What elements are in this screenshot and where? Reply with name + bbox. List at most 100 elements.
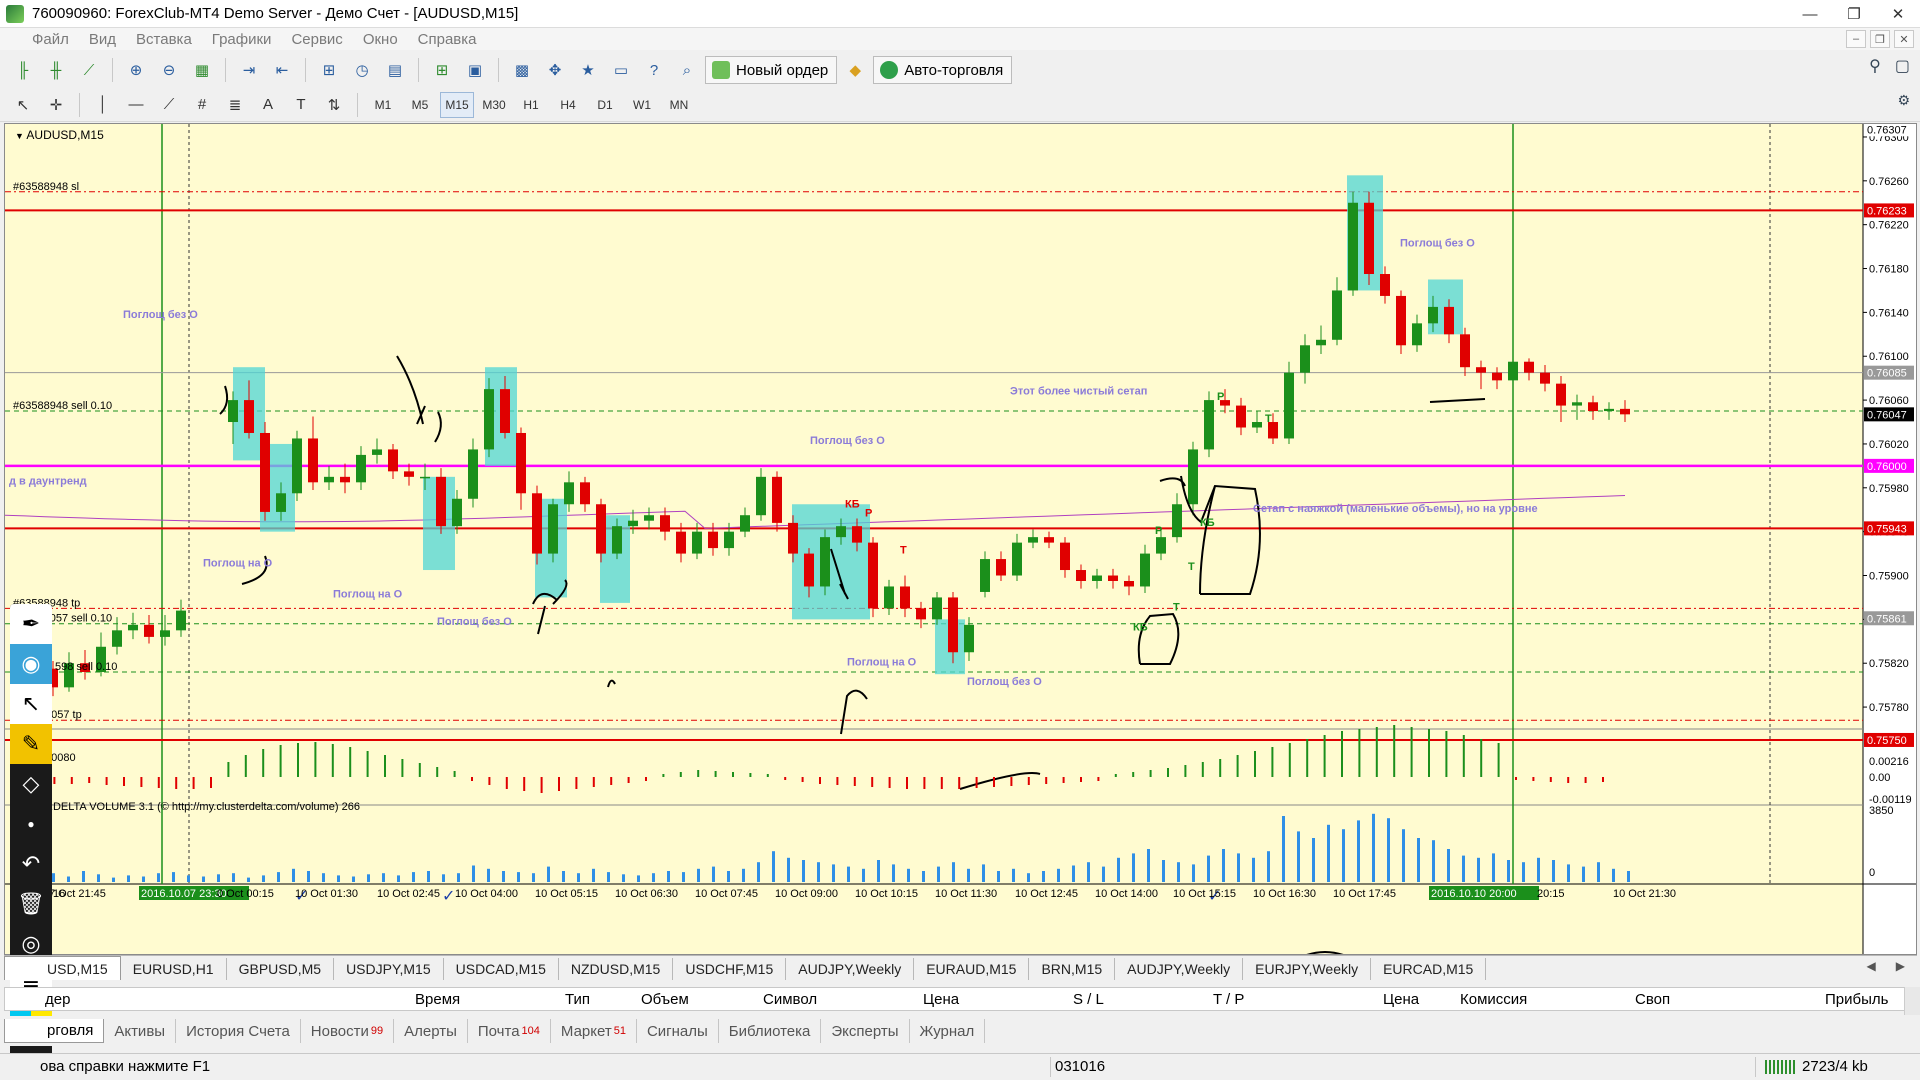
undo-icon[interactable]: ↶ (10, 844, 52, 884)
new-order-button[interactable]: Новый ордер (705, 56, 838, 84)
search-icon[interactable]: ⚲ (1869, 56, 1881, 76)
symbol-tab[interactable]: USD,M15 (4, 956, 121, 980)
terminal-tab[interactable]: Алерты (394, 1019, 468, 1043)
child-restore-button[interactable]: ❐ (1870, 30, 1890, 48)
terminal-icon[interactable]: ▭ (606, 56, 636, 84)
tf-m5[interactable]: M5 (403, 92, 437, 118)
eye-icon[interactable]: ◉ (10, 644, 52, 684)
select-arrow-icon[interactable]: ↖ (10, 684, 52, 724)
navigator-icon[interactable]: ✥ (540, 56, 570, 84)
help-icon[interactable]: ? (639, 56, 669, 84)
terminal-column-header[interactable]: Комиссия (1460, 991, 1527, 1008)
terminal-tab[interactable]: Журнал (910, 1019, 986, 1043)
terminal-column-header[interactable]: Цена (1383, 991, 1419, 1008)
maximize-button[interactable]: ❐ (1832, 0, 1876, 28)
terminal-tab[interactable]: Почта 104 (468, 1019, 551, 1043)
pen-tip-icon[interactable]: ✒ (10, 604, 52, 644)
chart-canvas[interactable]: 0.763000.762600.762200.761800.761400.761… (5, 124, 1916, 954)
tf-h1[interactable]: H1 (514, 92, 548, 118)
terminal-tab[interactable]: Маркет 51 (551, 1019, 637, 1043)
autoscroll-icon[interactable]: ⇤ (267, 56, 297, 84)
tf-d1[interactable]: D1 (588, 92, 622, 118)
terminal-column-header[interactable]: Время (415, 991, 460, 1008)
tf-h4[interactable]: H4 (551, 92, 585, 118)
symbol-tab[interactable]: EURCAD,M15 (1371, 958, 1487, 980)
terminal-column-header[interactable]: Прибыль (1825, 991, 1888, 1008)
templates-icon[interactable]: ▤ (380, 56, 410, 84)
terminal-column-header[interactable]: Символ (763, 991, 817, 1008)
terminal-tab[interactable]: Библиотека (719, 1019, 822, 1043)
terminal-tab[interactable]: Активы (104, 1019, 177, 1043)
terminal-tab[interactable]: рговля (4, 1019, 105, 1043)
chart-shift-icon[interactable]: ⇥ (234, 56, 264, 84)
vertical-line-icon[interactable]: │ (88, 91, 118, 119)
terminal-tab[interactable]: Эксперты (821, 1019, 910, 1043)
autotrading-button[interactable]: Авто-торговля (873, 56, 1013, 84)
tf-m15[interactable]: M15 (440, 91, 474, 118)
pencil-icon[interactable]: ✎ (10, 724, 52, 764)
fibonacci-icon[interactable]: ≣ (220, 91, 250, 119)
menu-charts[interactable]: Графики (202, 31, 282, 48)
tf-m30[interactable]: M30 (477, 92, 511, 118)
symbol-tab[interactable]: EURJPY,Weekly (1243, 958, 1372, 980)
symbol-tab[interactable]: AUDJPY,Weekly (786, 958, 915, 980)
line-chart-icon[interactable]: ⟋ (74, 56, 104, 84)
tile-windows-icon[interactable]: ▦ (187, 56, 217, 84)
child-close-button[interactable]: ✕ (1894, 30, 1914, 48)
close-button[interactable]: ✕ (1876, 0, 1920, 28)
scroll-left-icon[interactable]: ◀ (1867, 959, 1876, 973)
tf-mn[interactable]: MN (662, 92, 696, 118)
indicators-icon[interactable]: ⊞ (314, 56, 344, 84)
terminal-column-header[interactable]: T / P (1213, 991, 1244, 1008)
cursor-icon[interactable]: ↖ (8, 91, 38, 119)
terminal-column-header[interactable]: S / L (1073, 991, 1104, 1008)
bar-chart-icon[interactable]: ╟ (8, 56, 38, 84)
symbol-tab[interactable]: NZDUSD,M15 (559, 958, 674, 980)
terminal-column-header[interactable]: Цена (923, 991, 959, 1008)
new-chart-icon[interactable]: ⊞ (427, 56, 457, 84)
zoom-out-icon[interactable]: ⊖ (154, 56, 184, 84)
symbol-tab[interactable]: EURAUD,M15 (914, 958, 1030, 980)
terminal-scrollbar[interactable] (1904, 987, 1920, 1015)
menu-file[interactable]: Файл (0, 31, 79, 48)
trash-icon[interactable]: 🗑 (10, 884, 52, 924)
symbol-tab[interactable]: AUDJPY,Weekly (1115, 958, 1244, 980)
menu-insert[interactable]: Вставка (126, 31, 202, 48)
terminal-column-header[interactable]: Своп (1635, 991, 1670, 1008)
terminal-tab[interactable]: История Счета (176, 1019, 301, 1043)
symbol-tab[interactable]: USDJPY,M15 (334, 958, 444, 980)
trendline-icon[interactable]: ⟋ (154, 91, 184, 119)
minimize-button[interactable]: — (1788, 0, 1832, 28)
text-icon[interactable]: A (253, 91, 283, 119)
terminal-column-header[interactable]: Объем (641, 991, 689, 1008)
horizontal-line-icon[interactable]: — (121, 91, 151, 119)
market-watch-icon[interactable]: ▩ (507, 56, 537, 84)
terminal-tab[interactable]: Новости 99 (301, 1019, 395, 1043)
terminal-column-header[interactable]: дер (45, 991, 70, 1008)
child-minimize-button[interactable]: – (1846, 30, 1866, 48)
periods-icon[interactable]: ◷ (347, 56, 377, 84)
menu-tools[interactable]: Сервис (281, 31, 352, 48)
symbol-tab[interactable]: USDCHF,M15 (673, 958, 787, 980)
symbol-tab[interactable]: EURUSD,H1 (121, 958, 227, 980)
arrows-icon[interactable]: ⇅ (319, 91, 349, 119)
symbol-tab[interactable]: USDCAD,M15 (444, 958, 559, 980)
scroll-right-icon[interactable]: ▶ (1896, 959, 1905, 973)
favorites-icon[interactable]: ★ (573, 56, 603, 84)
channel-icon[interactable]: # (187, 91, 217, 119)
profiles-icon[interactable]: ▣ (460, 56, 490, 84)
menu-window[interactable]: Окно (353, 31, 408, 48)
crosshair-icon[interactable]: ✛ (41, 91, 71, 119)
menu-view[interactable]: Вид (79, 31, 126, 48)
metaeditor-icon[interactable]: ◆ (840, 56, 870, 84)
strategy-tester-icon[interactable]: ⌕ (672, 56, 702, 84)
settings-icon[interactable]: ⚙ (1897, 92, 1910, 108)
terminal-tab[interactable]: Сигналы (637, 1019, 719, 1043)
tf-w1[interactable]: W1 (625, 92, 659, 118)
candlestick-chart-icon[interactable]: ╫ (41, 56, 71, 84)
symbol-tab[interactable]: GBPUSD,M5 (227, 958, 335, 980)
zoom-in-icon[interactable]: ⊕ (121, 56, 151, 84)
chart-window[interactable]: 0.76300 0.76260 0.76220 0.76180 0.76140 0.761… (4, 123, 1917, 955)
dot-icon[interactable]: ● (10, 804, 52, 844)
tf-m1[interactable]: M1 (366, 92, 400, 118)
